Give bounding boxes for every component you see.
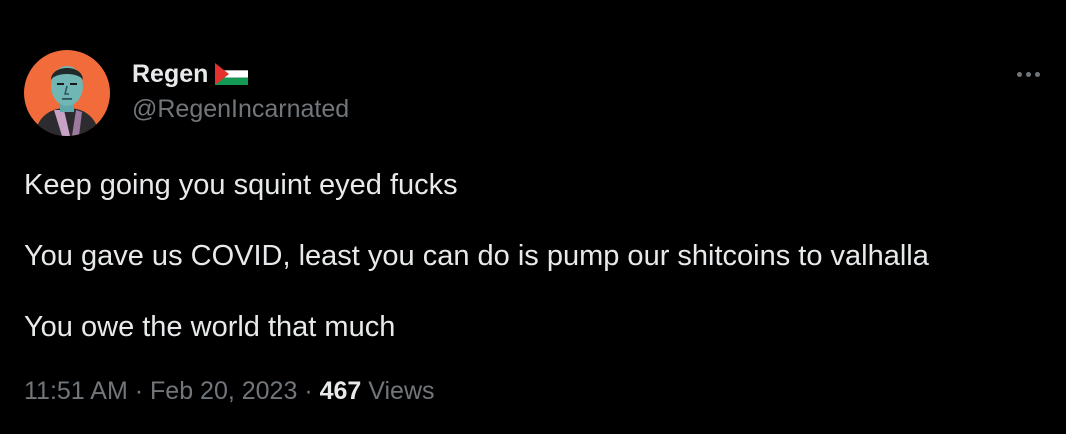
tweet-text-line: You gave us COVID, least you can do is p… [24,240,929,272]
more-options-icon [1016,71,1022,77]
tweet-metadata: 11:51 AM · Feb 20, 2023 · 467 Views [24,374,435,408]
separator: · [304,377,313,405]
views-link[interactable]: 467 Views [320,377,435,405]
more-options-button[interactable] [1012,64,1044,84]
user-handle[interactable]: @RegenIncarnated [132,92,349,126]
tweet-time: 11:51 AM [24,377,128,405]
author-info: Regen @RegenIncarnated [132,58,349,126]
more-options-icon-dot [1025,71,1031,77]
palestine-flag-icon [215,63,249,85]
tweet-date: Feb 20, 2023 [150,377,298,405]
tweet-text-line: You owe the world that much [24,311,396,343]
name-row: Regen [132,58,349,90]
more-options-icon-dot [1034,71,1040,77]
display-name[interactable]: Regen [132,58,208,90]
avatar-image [24,50,110,136]
avatar[interactable] [24,50,110,136]
timestamp-link[interactable]: 11:51 AM · Feb 20, 2023 [24,377,297,405]
tweet-text-line: Keep going you squint eyed fucks [24,169,458,201]
separator: · [134,377,144,405]
views-label: Views [368,377,435,405]
tweet[interactable]: Regen @RegenIncarnated Keep going you sq… [0,0,1066,434]
views-count: 467 [319,377,362,405]
